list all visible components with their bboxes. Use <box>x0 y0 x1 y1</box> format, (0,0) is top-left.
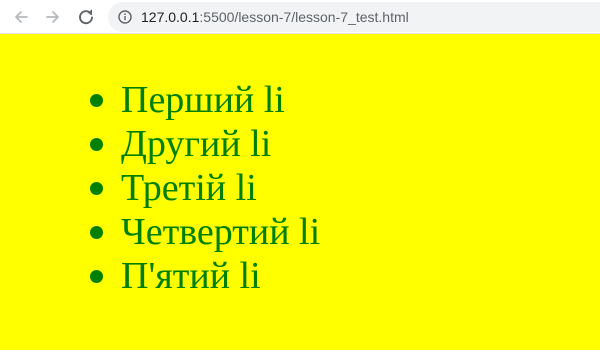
list-item-label: П'ятий li <box>121 255 261 297</box>
bullet-icon <box>90 270 103 283</box>
list-item: Третій li <box>85 166 320 210</box>
browser-toolbar: 127.0.0.1:5500/lesson-7/lesson-7_test.ht… <box>0 0 600 34</box>
address-bar[interactable]: 127.0.0.1:5500/lesson-7/lesson-7_test.ht… <box>108 2 600 32</box>
bullet-icon <box>90 138 103 151</box>
list-item-label: Третій li <box>121 167 257 209</box>
bullet-icon <box>90 182 103 195</box>
list-item-label: Другий li <box>121 123 272 165</box>
reload-button[interactable] <box>74 5 98 29</box>
list-item: Перший li <box>85 78 320 122</box>
info-icon[interactable] <box>118 10 132 24</box>
item-list: Перший li Другий li Третій li Четвертий … <box>85 78 320 298</box>
list-item-label: Четвертий li <box>121 211 321 253</box>
url-host: 127.0.0.1 <box>141 9 200 25</box>
reload-icon <box>79 9 93 25</box>
list-item-label: Перший li <box>121 79 285 121</box>
back-button[interactable] <box>9 5 33 29</box>
arrow-right-icon <box>46 11 59 23</box>
list-item: Другий li <box>85 122 320 166</box>
bullet-icon <box>90 94 103 107</box>
list-item: Четвертий li <box>85 210 320 254</box>
bullet-icon <box>90 226 103 239</box>
url-path: :5500/lesson-7/lesson-7_test.html <box>199 9 409 25</box>
url-text: 127.0.0.1:5500/lesson-7/lesson-7_test.ht… <box>141 9 409 25</box>
forward-button[interactable] <box>41 5 65 29</box>
page-viewport: Перший li Другий li Третій li Четвертий … <box>0 34 600 350</box>
list-item: П'ятий li <box>85 254 320 298</box>
arrow-left-icon <box>15 11 28 23</box>
